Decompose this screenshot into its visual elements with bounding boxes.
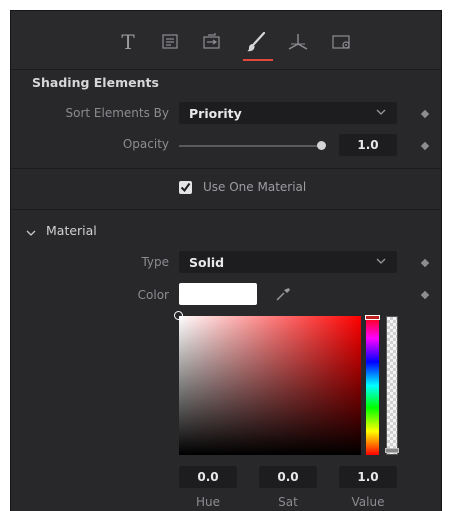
checkmark-icon	[180, 182, 191, 193]
material-heading[interactable]: Material	[46, 223, 97, 238]
saturation-value-picker[interactable]	[179, 316, 361, 455]
tab-layout[interactable]	[156, 30, 184, 54]
section-divider	[11, 209, 441, 210]
sat-caption: Sat	[278, 495, 298, 509]
chevron-down-icon	[376, 109, 386, 115]
color-picker-cursor[interactable]	[174, 311, 183, 320]
color-label: Color	[137, 288, 169, 302]
opacity-slider-thumb[interactable]	[317, 141, 326, 150]
sort-elements-dropdown[interactable]: Priority	[179, 102, 397, 124]
opacity-label: Opacity	[122, 137, 169, 151]
inspector-panel: T Shading Elements Sort Elements By Prio…	[10, 10, 442, 511]
transform-icon	[203, 33, 220, 49]
axes-3d-icon	[288, 34, 308, 50]
tab-text[interactable]: T	[114, 30, 142, 54]
type-dropdown[interactable]: Solid	[179, 251, 397, 273]
collapse-chevron-icon[interactable]	[25, 224, 37, 236]
eyedropper-icon[interactable]	[274, 285, 292, 303]
color-swatch[interactable]	[179, 283, 257, 305]
active-tab-indicator	[243, 59, 273, 61]
alpha-slider-handle[interactable]	[385, 448, 399, 453]
type-label: Type	[141, 255, 169, 269]
tab-transform[interactable]	[198, 30, 226, 54]
hue-caption: Hue	[195, 495, 220, 509]
sort-keyframe-diamond-icon[interactable]	[420, 109, 430, 119]
hue-slider-handle[interactable]	[365, 315, 380, 320]
opacity-value-field[interactable]: 1.0	[339, 134, 397, 156]
tab-settings[interactable]	[328, 30, 356, 54]
color-keyframe-diamond-icon[interactable]	[420, 290, 430, 300]
sat-value-field[interactable]: 0.0	[259, 466, 317, 488]
value-caption: Value	[351, 495, 385, 509]
section-divider	[11, 168, 441, 169]
paintbrush-icon	[247, 31, 266, 52]
settings-gear-icon	[332, 35, 350, 49]
use-one-material-checkbox[interactable]	[179, 181, 192, 194]
type-keyframe-diamond-icon[interactable]	[420, 258, 430, 268]
tab-shading[interactable]	[242, 30, 270, 54]
sort-elements-value: Priority	[189, 105, 242, 121]
sort-elements-label: Sort Elements By	[65, 106, 170, 120]
value-value-field[interactable]: 1.0	[339, 466, 397, 488]
hue-value-field[interactable]: 0.0	[179, 466, 237, 488]
tab-3d[interactable]	[284, 30, 312, 54]
shading-elements-heading: Shading Elements	[32, 75, 159, 90]
layout-list-icon	[162, 34, 178, 49]
alpha-slider[interactable]	[386, 316, 398, 455]
inspector-tab-bar: T	[11, 11, 441, 70]
text-T-icon: T	[121, 30, 135, 54]
type-value: Solid	[189, 254, 225, 270]
use-one-material-label: Use One Material	[203, 180, 307, 194]
opacity-keyframe-diamond-icon[interactable]	[420, 141, 430, 151]
opacity-slider-track[interactable]	[179, 145, 321, 147]
hue-slider[interactable]	[366, 316, 379, 455]
chevron-down-icon	[376, 258, 386, 264]
